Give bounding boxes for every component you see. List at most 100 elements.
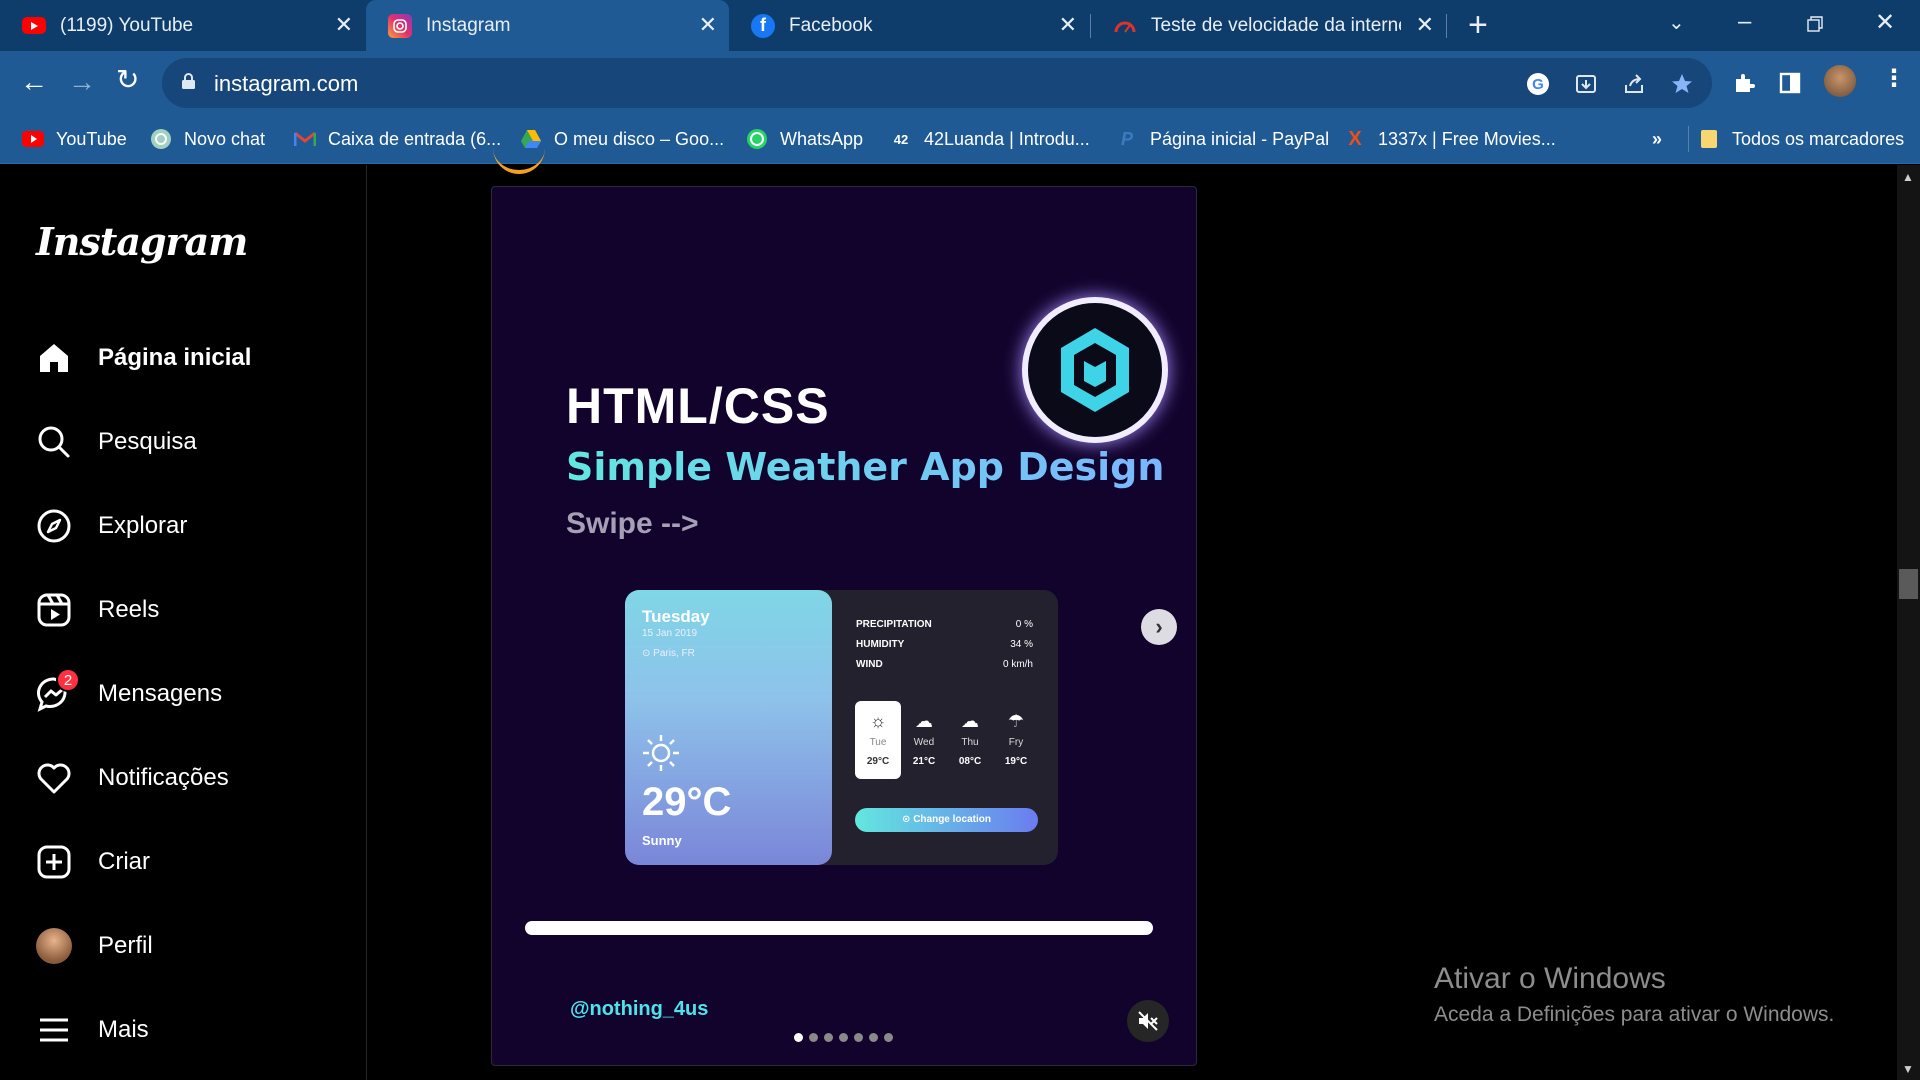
back-button[interactable]: ← bbox=[20, 66, 48, 98]
compass-icon bbox=[37, 509, 71, 543]
messenger-icon-wrap: 2 bbox=[36, 668, 80, 712]
extensions-icon[interactable] bbox=[1732, 71, 1756, 95]
restore-button[interactable] bbox=[1806, 12, 1824, 40]
weather-condition: Sunny bbox=[642, 833, 682, 848]
google-lens-icon[interactable]: G bbox=[1526, 72, 1550, 96]
page-scrollbar[interactable] bbox=[1897, 165, 1920, 1080]
windows-activation-title: Ativar o Windows bbox=[1434, 962, 1666, 995]
change-location-label: Change location bbox=[913, 814, 991, 825]
scrollbar-thumb[interactable] bbox=[1899, 569, 1918, 599]
forecast-day-temp: 19°C bbox=[1004, 756, 1028, 767]
bookmark-42luanda[interactable]: 42 42Luanda | Introdu... bbox=[890, 114, 1090, 164]
forecast-day: ☼ Tue 29°C bbox=[855, 701, 901, 779]
close-window-button[interactable]: ✕ bbox=[1875, 8, 1895, 37]
nav-reels[interactable]: Reels bbox=[36, 585, 159, 635]
1337x-icon: X bbox=[1348, 127, 1362, 150]
close-tab-icon[interactable]: ✕ bbox=[699, 14, 717, 36]
bookmarks-bar: YouTube Novo chat Caixa de entrada (6...… bbox=[0, 114, 1920, 164]
menu-icon bbox=[40, 1018, 68, 1042]
paypal-icon: P bbox=[1120, 128, 1133, 149]
forecast-day-name: Thu bbox=[961, 737, 979, 748]
bookmark-label: 42Luanda | Introdu... bbox=[924, 128, 1090, 149]
forecast-day-temp: 21°C bbox=[912, 756, 936, 767]
nav-create[interactable]: Criar bbox=[36, 837, 150, 887]
youtube-icon bbox=[22, 128, 44, 150]
stat-label: HUMIDITY bbox=[856, 639, 905, 650]
location-text: Paris, FR bbox=[653, 648, 695, 659]
nav-profile[interactable]: Perfil bbox=[36, 921, 153, 971]
tab-speedtest[interactable]: Teste de velocidade da internet ✕ bbox=[1091, 0, 1446, 51]
all-bookmarks-folder[interactable]: Todos os marcadores bbox=[1698, 114, 1904, 164]
tab-instagram[interactable]: Instagram ✕ bbox=[366, 0, 729, 51]
stat-label: WIND bbox=[856, 659, 883, 670]
youtube-icon bbox=[22, 17, 46, 34]
lock-icon bbox=[182, 73, 195, 89]
tab-search-icon[interactable]: ⌄ bbox=[1668, 10, 1685, 35]
tab-youtube[interactable]: (1199) YouTube ✕ bbox=[0, 0, 365, 51]
bookmark-star-icon[interactable] bbox=[1670, 72, 1694, 96]
post-carousel-slide[interactable]: HTML/CSS Simple Weather App Design Swipe… bbox=[491, 186, 1197, 1066]
sun-icon: ☼ bbox=[869, 711, 887, 731]
new-tab-button[interactable]: + bbox=[1468, 8, 1488, 42]
stat-value: 34 % bbox=[1010, 639, 1033, 650]
tab-facebook[interactable]: f Facebook ✕ bbox=[729, 0, 1089, 51]
nav-more[interactable]: Mais bbox=[36, 1005, 149, 1055]
nav-explore[interactable]: Explorar bbox=[36, 501, 187, 551]
bookmark-whatsapp[interactable]: WhatsApp bbox=[746, 114, 863, 164]
stat-label: PRECIPITATION bbox=[856, 619, 932, 630]
slide-progress-bar bbox=[525, 921, 1153, 935]
bookmark-google-drive[interactable]: O meu disco – Goo... bbox=[520, 114, 724, 164]
side-panel-icon[interactable] bbox=[1778, 71, 1802, 95]
nav-home[interactable]: Página inicial bbox=[36, 333, 251, 383]
42-icon: 42 bbox=[893, 131, 909, 147]
bookmark-youtube[interactable]: YouTube bbox=[22, 114, 127, 164]
share-icon[interactable] bbox=[1622, 72, 1646, 96]
forecast-day-name: Wed bbox=[913, 737, 935, 748]
carousel-dot bbox=[794, 1033, 803, 1042]
url-text: instagram.com bbox=[214, 71, 359, 96]
profile-avatar[interactable] bbox=[1824, 65, 1856, 97]
carousel-next-button[interactable]: › bbox=[1141, 609, 1177, 645]
bookmark-label: WhatsApp bbox=[780, 128, 864, 149]
bookmark-1337x[interactable]: X 1337x | Free Movies... bbox=[1344, 114, 1556, 164]
stat-value: 0 % bbox=[1015, 619, 1033, 630]
bookmarks-overflow-button[interactable]: » bbox=[1652, 114, 1662, 164]
bookmark-gmail[interactable]: Caixa de entrada (6... bbox=[294, 114, 501, 164]
change-location-button: ⊙ Change location bbox=[855, 808, 1038, 832]
bookmark-label: Todos os marcadores bbox=[1732, 128, 1905, 149]
nav-messages[interactable]: 2 Mensagens bbox=[36, 668, 222, 719]
bookmark-novo-chat[interactable]: Novo chat bbox=[150, 114, 265, 164]
mute-button[interactable] bbox=[1127, 1000, 1169, 1042]
omnibox[interactable]: instagram.com G bbox=[162, 58, 1712, 108]
tab-strip: (1199) YouTube ✕ Instagram ✕ f Facebook … bbox=[0, 0, 1920, 51]
bookmark-paypal[interactable]: P Página inicial - PayPal bbox=[1116, 114, 1329, 164]
bookmark-label: O meu disco – Goo... bbox=[554, 128, 725, 149]
forward-button[interactable]: → bbox=[68, 66, 96, 98]
install-app-icon[interactable] bbox=[1574, 72, 1598, 96]
minimize-button[interactable]: – bbox=[1738, 8, 1751, 36]
bookmarks-divider bbox=[1688, 126, 1689, 152]
scroll-down-arrow[interactable]: ▼ bbox=[1902, 1062, 1914, 1076]
nav-label: Mais bbox=[98, 1016, 149, 1043]
nav-notifications[interactable]: Notificações bbox=[36, 753, 229, 803]
nav-search[interactable]: Pesquisa bbox=[36, 417, 197, 467]
bookmark-label: 1337x | Free Movies... bbox=[1378, 128, 1556, 149]
tab-title: Instagram bbox=[426, 14, 511, 36]
author-handle: @nothing_4us bbox=[570, 998, 709, 1020]
reload-button[interactable]: ↻ bbox=[116, 64, 139, 96]
close-tab-icon[interactable]: ✕ bbox=[1059, 14, 1077, 36]
search-icon bbox=[38, 426, 70, 458]
close-tab-icon[interactable]: ✕ bbox=[1416, 14, 1434, 36]
carousel-dot bbox=[839, 1033, 848, 1042]
close-tab-icon[interactable]: ✕ bbox=[335, 14, 353, 36]
tab-title: Teste de velocidade da internet bbox=[1151, 14, 1401, 36]
carousel-indicators bbox=[794, 1033, 893, 1042]
browser-menu-icon[interactable]: ⋮ bbox=[1882, 67, 1906, 91]
scroll-up-arrow[interactable]: ▲ bbox=[1902, 170, 1914, 184]
snow-cloud-icon: ☁ bbox=[961, 711, 979, 731]
facebook-icon: f bbox=[751, 13, 775, 38]
story-ring[interactable] bbox=[493, 148, 545, 174]
instagram-logo[interactable]: Instagram bbox=[36, 219, 248, 264]
instagram-sidebar: Instagram Página inicial Pesquisa Explor… bbox=[0, 165, 367, 1080]
google-drive-icon bbox=[520, 128, 542, 150]
